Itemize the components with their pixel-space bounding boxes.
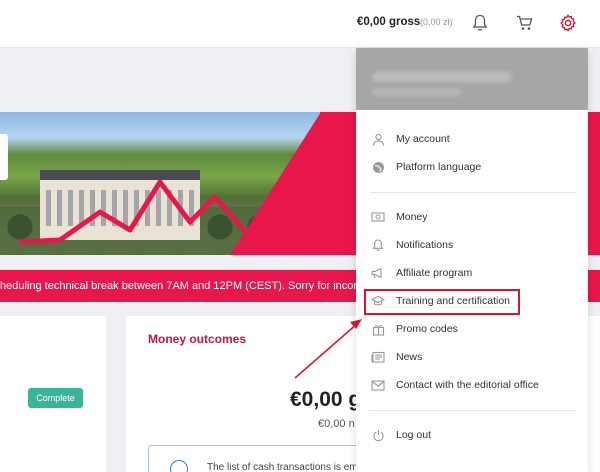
menu-item-contact-editorial-office[interactable]: Contact with the editorial office [356,372,588,398]
settings-button[interactable] [555,10,581,36]
menu-label: My account [396,133,450,145]
menu-item-affiliate-program[interactable]: Affiliate program [356,260,588,286]
menu-item-log-out[interactable]: Log out [356,422,588,448]
top-bar: €0,00 gross (0,00 zł) [0,0,600,48]
menu-label: Promo codes [396,323,458,335]
money-amount-net: €0,00 n [318,418,355,430]
power-icon [371,428,385,442]
menu-label: Platform language [396,161,482,173]
info-icon [170,460,188,472]
highlight-box [364,289,520,315]
menu-item-promo-codes[interactable]: Promo codes [356,316,588,342]
banner-mountain-lines [19,179,252,245]
cart-button[interactable] [512,10,538,36]
menu-divider [370,192,576,193]
gift-icon [371,322,385,336]
menu-label: Notifications [396,239,454,251]
account-email-blurred [372,88,462,96]
info-message-text: The list of cash transactions is empty [207,462,371,472]
menu-label: Affiliate program [396,267,473,279]
newspaper-icon [371,350,385,364]
menu-item-notifications[interactable]: Notifications [356,232,588,258]
user-icon [371,132,385,146]
money-outcomes-title: Money outcomes [148,332,247,346]
gear-icon [560,14,576,32]
notifications-button[interactable] [467,10,493,36]
menu-label: Log out [396,429,432,441]
menu-item-platform-language[interactable]: Platform language [356,154,588,180]
menu-label: Contact with the editorial office [396,379,539,391]
bell-icon [371,238,385,252]
account-header [356,48,588,110]
megaphone-icon [371,266,385,280]
envelope-icon [371,378,385,392]
menu-label: News [396,351,423,363]
status-badge: Complete [28,388,83,408]
money-amount: €0,00 g [290,388,362,411]
balance-amount[interactable]: €0,00 gross [357,16,420,28]
money-icon [371,210,385,224]
account-name-blurred [372,72,512,82]
menu-divider [370,410,576,411]
banner-card-edge [0,134,8,180]
cart-icon [517,15,533,30]
balance-secondary: (0,00 zł) [420,17,453,27]
bell-icon [472,14,488,31]
settings-dropdown: My account Platform language Money Notif… [356,48,588,472]
menu-item-news[interactable]: News [356,344,588,370]
globe-icon [371,160,385,174]
menu-label: Money [396,211,428,223]
menu-item-my-account[interactable]: My account [356,126,588,152]
menu-item-money[interactable]: Money [356,204,588,230]
